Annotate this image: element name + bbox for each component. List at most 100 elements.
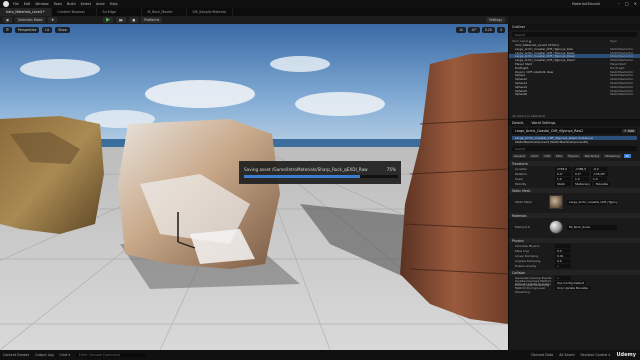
add-button[interactable]: ✚: [48, 17, 58, 23]
camera-speed-button[interactable]: 4: [496, 27, 505, 33]
tab-sample-material[interactable]: SM_Sample·Material: [187, 8, 233, 16]
property-value[interactable]: Use Config Default: [555, 280, 587, 285]
property-value[interactable]: 1.0: [591, 176, 607, 181]
filter-chip[interactable]: All: [623, 154, 631, 158]
static-mesh-label: Static Mesh: [515, 200, 532, 204]
step-button[interactable]: ▮▶: [115, 17, 127, 23]
add-component-button[interactable]: + Add: [621, 129, 636, 133]
filter-chip[interactable]: LOD: [542, 154, 553, 158]
static-mesh-thumbnail[interactable]: [549, 195, 563, 209]
details-filters: General Actor LOD Misc Physics Rendering Strea…: [512, 154, 637, 158]
property-value[interactable]: Only Update Movable: [555, 285, 591, 290]
output-log-button[interactable]: Output Log: [35, 353, 53, 357]
close-icon[interactable]: ✕: [634, 1, 637, 6]
rotation-snap-button[interactable]: 10°: [468, 27, 480, 33]
content-drawer-button[interactable]: Content Drawer: [3, 353, 29, 357]
property-value[interactable]: 0.0: [555, 258, 571, 263]
tab-level[interactable]: Intro_Materials_Level1*: [0, 8, 52, 16]
property-label: Location: [515, 166, 528, 171]
tab-content-browser[interactable]: Content Browser: [52, 8, 97, 16]
filter-chip[interactable]: Physics: [566, 154, 581, 158]
platforms-button[interactable]: Platforms: [141, 17, 163, 23]
component-static-mesh[interactable]: StaticMeshComponent (StaticMeshComponent…: [512, 140, 637, 144]
menu-tools[interactable]: Tools: [54, 2, 62, 6]
property-value[interactable]: ✓: [555, 275, 571, 280]
property-value[interactable]: 0.0°: [573, 171, 589, 176]
revision-control-button[interactable]: Revision Control ▾: [581, 353, 610, 357]
property-row: Mobility Static Stationary Movable: [509, 181, 640, 186]
settings-button[interactable]: Settings: [485, 17, 505, 23]
perspective-button[interactable]: Perspective: [14, 27, 40, 33]
transform-properties: Location 2748.0 -1386.0 -0.0 Rotation 0.0° 0.0…: [509, 166, 640, 186]
show-button[interactable]: Show: [55, 27, 70, 33]
material-picker[interactable]: MI_Rock_Snow: [567, 224, 617, 230]
level-viewport[interactable]: ☰ Perspective Lit Show 10 10° 0.25 4: [0, 24, 508, 350]
property-value[interactable]: 1.0: [555, 176, 571, 181]
property-value[interactable]: 1.0: [573, 176, 589, 181]
property-value[interactable]: 2748.0: [555, 166, 571, 171]
property-label: Rotation: [515, 171, 528, 176]
property-value[interactable]: Stationary: [573, 181, 592, 186]
property-value[interactable]: 0.0°: [555, 171, 571, 176]
material-thumbnail[interactable]: [549, 220, 563, 234]
viewport-menu-button[interactable]: ☰: [3, 27, 12, 33]
tab-details[interactable]: Details: [512, 121, 523, 125]
menu-select[interactable]: Select: [81, 2, 91, 6]
actor-name-field[interactable]: Large_Arctic_Coastal_Cliff_rfJgvnya_Raw2…: [512, 128, 637, 134]
saving-message: Saving asset /Game/IntroMaterials/Sharp_…: [244, 167, 368, 172]
menu-help[interactable]: Help: [110, 2, 118, 6]
all-saved-indicator: All Saved: [559, 353, 575, 357]
property-value[interactable]: -135.06°: [591, 171, 608, 176]
scale-snap-button[interactable]: 0.25: [481, 27, 495, 33]
property-value[interactable]: 0.0: [555, 248, 571, 253]
actor-name-text: Large_Arctic_Coastal_Cliff_rfJgvnya_Raw2: [515, 129, 584, 133]
cmd-dropdown[interactable]: Cmd ▾: [60, 353, 70, 357]
outliner-row[interactable]: Sphere6 StaticMeshActor: [509, 92, 640, 96]
save-button[interactable]: ▣: [3, 17, 13, 23]
filter-chip[interactable]: General: [512, 154, 528, 158]
property-value[interactable]: -1386.0: [573, 166, 589, 171]
details-panel: Details World Settings Large_Arctic_Coas…: [508, 119, 640, 350]
menu-build[interactable]: Build: [67, 2, 76, 6]
property-value[interactable]: [555, 243, 571, 248]
tab-sn-edge[interactable]: Sn·Edge: [97, 8, 142, 16]
filter-chip[interactable]: Actor: [529, 154, 541, 158]
static-mesh-row: Static Mesh Large_Arctic_Coastal_Cliff_r…: [509, 193, 640, 211]
grid-snap-button[interactable]: 10: [456, 27, 467, 33]
filter-chip[interactable]: Misc: [554, 154, 565, 158]
static-mesh-picker[interactable]: Large_Arctic_Coastal_Cliff_rfJgvnya: [567, 199, 617, 205]
filter-chip[interactable]: Streaming: [603, 154, 622, 158]
tab-rock-master[interactable]: M_Rock_Master: [142, 8, 187, 16]
property-value[interactable]: -0.0: [591, 166, 607, 171]
saving-progress-bar: [244, 175, 398, 178]
maximize-icon[interactable]: □: [625, 1, 629, 6]
outliner-footer: 16 actors (1 selected): [512, 114, 545, 118]
property-label: Angular Damping: [515, 258, 541, 263]
outliner-panel: Outliner Search Item Label ▲ Type Intro_…: [508, 24, 640, 119]
stop-button[interactable]: ■: [129, 17, 139, 23]
selection-mode-button[interactable]: Selection Mode: [15, 17, 46, 23]
derived-data-button[interactable]: Derived Data: [531, 353, 553, 357]
level-toolbar: ▣ Selection Mode ✚ ▶ ▮▶ ■ Platforms Sett…: [0, 16, 508, 24]
outliner-search-input[interactable]: Search: [512, 32, 637, 37]
console-input[interactable]: Enter Console Command: [75, 353, 146, 357]
unreal-logo-icon: [3, 1, 9, 7]
property-label: Simulate Physics: [515, 243, 540, 248]
minimize-icon[interactable]: –: [618, 1, 620, 6]
details-search-input[interactable]: Search: [512, 146, 637, 151]
menu-actor[interactable]: Actor: [96, 2, 105, 6]
property-value[interactable]: ✓: [555, 263, 571, 268]
property-value[interactable]: 0.01: [555, 253, 571, 258]
lit-button[interactable]: Lit: [42, 27, 53, 33]
menu-edit[interactable]: Edit: [24, 2, 31, 6]
outliner-row-type: StaticMeshActor: [610, 92, 634, 97]
document-tabs: Intro_Materials_Level1* Content Browser …: [0, 8, 640, 16]
filter-chip[interactable]: Rendering: [582, 154, 602, 158]
menu-window[interactable]: Window: [35, 2, 48, 6]
property-value[interactable]: Static: [555, 181, 571, 186]
menu-file[interactable]: File: [13, 2, 19, 6]
property-value[interactable]: Movable: [593, 181, 611, 186]
tab-world-settings[interactable]: World Settings: [531, 121, 555, 125]
property-row: Default Update Overlaps Method During Le…: [509, 282, 640, 294]
play-button[interactable]: ▶: [103, 17, 113, 23]
